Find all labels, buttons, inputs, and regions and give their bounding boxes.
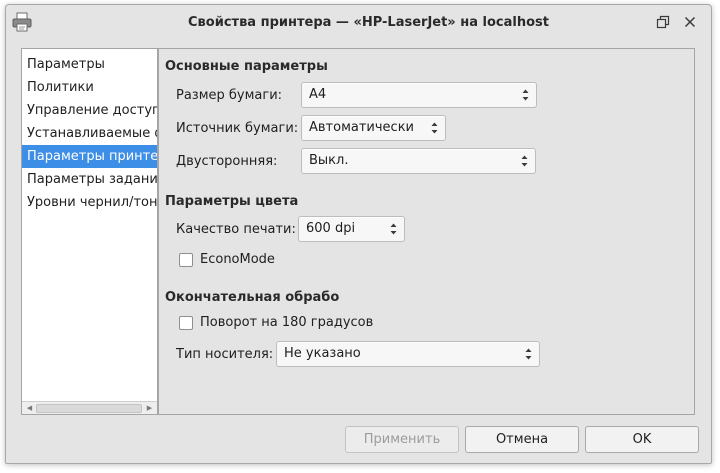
- color-options-heading: Параметры цвета: [165, 194, 299, 209]
- media-type-value: Не указано: [284, 346, 361, 361]
- rotate-180-option[interactable]: Поворот на 180 градусов: [179, 315, 399, 331]
- scroll-left-icon[interactable]: ◀: [24, 403, 35, 414]
- printer-options-panel: Основные параметры Размер бумаги: A4 Ист…: [158, 48, 695, 415]
- sidebar-item-settings[interactable]: Параметры: [22, 53, 157, 76]
- close-icon[interactable]: [683, 15, 697, 29]
- category-list-items: Параметры Политики Управление доступом У…: [22, 53, 157, 398]
- updown-arrows-icon: [525, 348, 532, 360]
- ok-button[interactable]: OK: [585, 426, 699, 453]
- duplex-label: Двусторонняя:: [176, 154, 278, 169]
- finishing-options-heading: Окончательная обрабо: [165, 290, 340, 305]
- rotate-180-checkbox[interactable]: [179, 316, 193, 330]
- print-quality-label: Качество печати:: [176, 222, 296, 237]
- scrollbar-thumb[interactable]: [36, 404, 142, 413]
- printer-properties-window: Свойства принтера — «HP-LaserJet» на loc…: [5, 4, 712, 464]
- title-bar[interactable]: Свойства принтера — «HP-LaserJet» на loc…: [6, 5, 711, 41]
- media-type-select[interactable]: Не указано: [276, 341, 540, 367]
- cancel-button[interactable]: Отмена: [465, 426, 579, 453]
- window-title: Свойства принтера — «HP-LaserJet» на loc…: [188, 15, 549, 30]
- economode-option[interactable]: EconoMode: [179, 252, 319, 268]
- paper-source-select[interactable]: Автоматически: [301, 115, 446, 141]
- updown-arrows-icon: [431, 122, 438, 134]
- duplex-select[interactable]: Выкл.: [301, 148, 536, 174]
- category-list[interactable]: Параметры Политики Управление доступом У…: [21, 48, 158, 415]
- basic-options-heading: Основные параметры: [165, 59, 328, 74]
- updown-arrows-icon: [522, 89, 529, 101]
- paper-size-label: Размер бумаги:: [176, 88, 283, 103]
- paper-size-select[interactable]: A4: [301, 82, 537, 108]
- sidebar-item-installable-options[interactable]: Устанавливаемые функции: [22, 122, 157, 145]
- duplex-value: Выкл.: [309, 153, 349, 168]
- media-type-label: Тип носителя:: [176, 347, 274, 362]
- sidebar-item-ink-toner-levels[interactable]: Уровни чернил/тонера: [22, 191, 157, 214]
- paper-source-value: Автоматически: [309, 120, 415, 135]
- paper-source-label: Источник бумаги:: [176, 121, 299, 136]
- sidebar-item-job-options[interactable]: Параметры задания: [22, 168, 157, 191]
- rotate-180-label: Поворот на 180 градусов: [200, 315, 374, 330]
- updown-arrows-icon: [390, 223, 397, 235]
- sidebar-item-printer-options[interactable]: Параметры принтера: [22, 145, 157, 168]
- restore-icon[interactable]: [656, 15, 670, 29]
- scroll-right-icon[interactable]: ▶: [144, 403, 155, 414]
- sidebar-item-policies[interactable]: Политики: [22, 76, 157, 99]
- updown-arrows-icon: [521, 155, 528, 167]
- economode-checkbox[interactable]: [179, 253, 193, 267]
- print-quality-select[interactable]: 600 dpi: [298, 216, 405, 242]
- sidebar-item-access-control[interactable]: Управление доступом: [22, 99, 157, 122]
- horizontal-scrollbar[interactable]: ◀ ▶: [22, 401, 157, 414]
- economode-label: EconoMode: [200, 252, 275, 267]
- apply-button[interactable]: Применить: [345, 426, 459, 453]
- paper-size-value: A4: [309, 87, 327, 102]
- print-quality-value: 600 dpi: [306, 221, 356, 236]
